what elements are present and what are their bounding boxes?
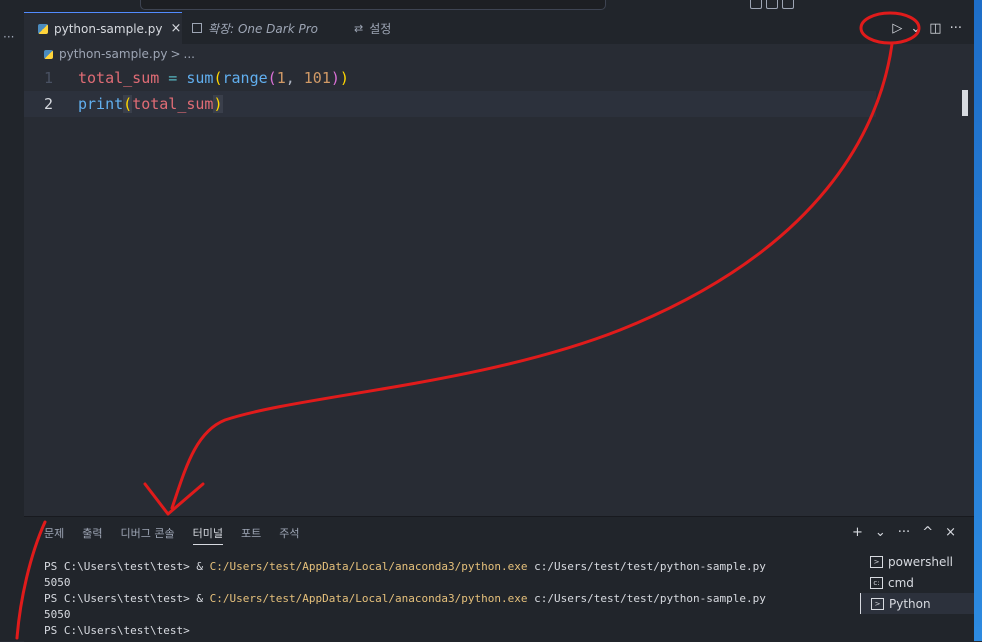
layout-icon[interactable] bbox=[782, 0, 794, 9]
terminal-exe-path: C:/Users/test/AppData/Local/anaconda3/py… bbox=[209, 560, 528, 573]
breadcrumb: python-sample.py > ... bbox=[44, 44, 195, 64]
terminal-instance-label: cmd bbox=[888, 575, 914, 590]
line-number: 2 bbox=[43, 95, 53, 113]
breadcrumb-separator: > bbox=[170, 47, 181, 61]
command-center[interactable] bbox=[140, 0, 606, 10]
terminal-arg: c:/Users/test/test/python-sample.py bbox=[527, 592, 766, 605]
close-icon[interactable]: × bbox=[170, 21, 181, 36]
terminal-output-line: 5050 bbox=[44, 576, 71, 589]
code-token: 1 bbox=[276, 69, 286, 87]
editor-actions: ▷ ⌄ ◫ ··· bbox=[892, 12, 962, 44]
breadcrumb-file[interactable]: python-sample.py bbox=[59, 47, 167, 61]
terminal-instance-powershell[interactable]: > powershell bbox=[860, 551, 974, 572]
panel-tabs: 문제 출력 디버그 콘솔 터미널 포트 주석 bbox=[44, 525, 299, 545]
terminal-line: PS C:\Users\test\test> & C:/Users/test/A… bbox=[44, 559, 766, 575]
tab-label: python-sample.py bbox=[54, 21, 163, 36]
terminal-prompt: PS C:\Users\test\test> bbox=[44, 624, 190, 637]
desktop-edge bbox=[974, 0, 982, 641]
tab-terminal[interactable]: 터미널 bbox=[192, 525, 223, 545]
terminal-instance-label: Python bbox=[889, 596, 931, 611]
tab-ports[interactable]: 포트 bbox=[241, 525, 261, 545]
tab-label: 확장: One Dark Pro bbox=[208, 21, 318, 36]
code-token: range bbox=[222, 69, 268, 87]
code-token: sum bbox=[186, 69, 214, 87]
code-token: ( bbox=[267, 69, 277, 87]
tab-extension[interactable]: 확장: One Dark Pro bbox=[192, 12, 318, 44]
terminal-arg: c:/Users/test/test/python-sample.py bbox=[527, 560, 766, 573]
terminal-instance-cmd[interactable]: c: cmd bbox=[860, 572, 974, 593]
chevron-down-icon[interactable]: ⌄ bbox=[910, 21, 921, 36]
tab-output[interactable]: 출력 bbox=[82, 525, 102, 545]
code-token: ) bbox=[213, 95, 223, 113]
terminal-output-line: 5050 bbox=[44, 608, 71, 621]
more-icon[interactable]: ··· bbox=[3, 30, 14, 44]
code-line[interactable]: 2 print(total_sum) bbox=[24, 91, 876, 117]
tab-python-sample[interactable]: python-sample.py × bbox=[24, 12, 182, 44]
activity-bar: ··· bbox=[0, 12, 24, 641]
layout-icon[interactable] bbox=[766, 0, 778, 9]
title-bar bbox=[0, 0, 982, 12]
code-token: total_sum bbox=[78, 69, 160, 87]
terminal-instance-label: powershell bbox=[888, 554, 953, 569]
terminal-prompt: PS C:\Users\test\test> & bbox=[44, 592, 210, 605]
settings-icon: ⇄ bbox=[354, 21, 364, 35]
code-token: = bbox=[159, 69, 187, 87]
extension-icon bbox=[192, 23, 202, 33]
bottom-panel: 문제 출력 디버그 콘솔 터미널 포트 주석 + ⌄ ··· ^ × PS C:… bbox=[24, 516, 974, 642]
code-token: ) bbox=[330, 69, 340, 87]
code-token: , bbox=[285, 69, 304, 87]
panel-actions: + ⌄ ··· ^ × bbox=[852, 525, 956, 540]
code-token: ( bbox=[213, 69, 223, 87]
terminal-exe-path: C:/Users/test/AppData/Local/anaconda3/py… bbox=[209, 592, 528, 605]
layout-icon[interactable] bbox=[750, 0, 762, 9]
tab-label: 설정 bbox=[369, 21, 392, 36]
code-token: total_sum bbox=[132, 95, 214, 113]
cmd-icon: c: bbox=[870, 576, 883, 589]
code-line[interactable]: 1 total_sum = sum(range(1, 101)) bbox=[24, 65, 876, 91]
tab-settings[interactable]: ⇄ 설정 bbox=[354, 12, 391, 44]
terminal-prompt: PS C:\Users\test\test> & bbox=[44, 560, 210, 573]
tab-comments[interactable]: 주석 bbox=[279, 525, 299, 545]
code-editor[interactable]: 1 total_sum = sum(range(1, 101)) 2 print… bbox=[24, 64, 974, 516]
code-token: ( bbox=[123, 95, 133, 113]
editor-tab-bar: python-sample.py × 확장: One Dark Pro ⇄ 설정… bbox=[24, 12, 974, 44]
python-file-icon bbox=[44, 49, 53, 59]
terminal-instance-list: > powershell c: cmd > Python bbox=[860, 551, 974, 614]
terminal-line: PS C:\Users\test\test> & C:/Users/test/A… bbox=[44, 591, 766, 607]
scrollbar-thumb[interactable] bbox=[962, 90, 968, 116]
tab-problems[interactable]: 문제 bbox=[44, 525, 64, 545]
split-editor-icon[interactable]: ◫ bbox=[929, 21, 941, 36]
run-icon[interactable]: ▷ bbox=[892, 21, 902, 36]
line-number: 1 bbox=[43, 69, 53, 87]
terminal-output[interactable]: PS C:\Users\test\test> & C:/Users/test/A… bbox=[44, 559, 766, 639]
tab-debug-console[interactable]: 디버그 콘솔 bbox=[121, 525, 175, 545]
breadcrumb-rest[interactable]: ... bbox=[184, 47, 195, 61]
terminal-icon: > bbox=[870, 555, 883, 568]
maximize-icon[interactable]: ^ bbox=[922, 525, 933, 540]
more-icon[interactable]: ··· bbox=[898, 525, 910, 540]
terminal-instance-python[interactable]: > Python bbox=[860, 593, 974, 614]
python-file-icon bbox=[38, 23, 48, 34]
code-token: print bbox=[78, 95, 124, 113]
add-terminal-icon[interactable]: + bbox=[852, 525, 863, 540]
close-icon[interactable]: × bbox=[945, 525, 956, 540]
more-icon[interactable]: ··· bbox=[950, 21, 962, 36]
code-token: ) bbox=[339, 69, 349, 87]
code-token: 101 bbox=[303, 69, 331, 87]
chevron-down-icon[interactable]: ⌄ bbox=[875, 525, 886, 540]
terminal-icon: > bbox=[871, 597, 884, 610]
